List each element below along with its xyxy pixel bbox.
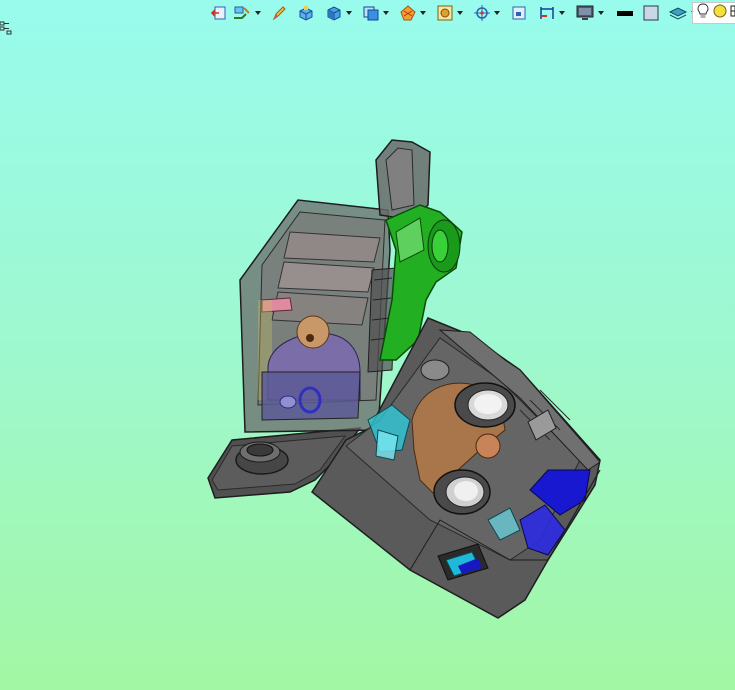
assembly-model[interactable] [207,139,601,619]
3d-viewport[interactable] [0,0,735,690]
